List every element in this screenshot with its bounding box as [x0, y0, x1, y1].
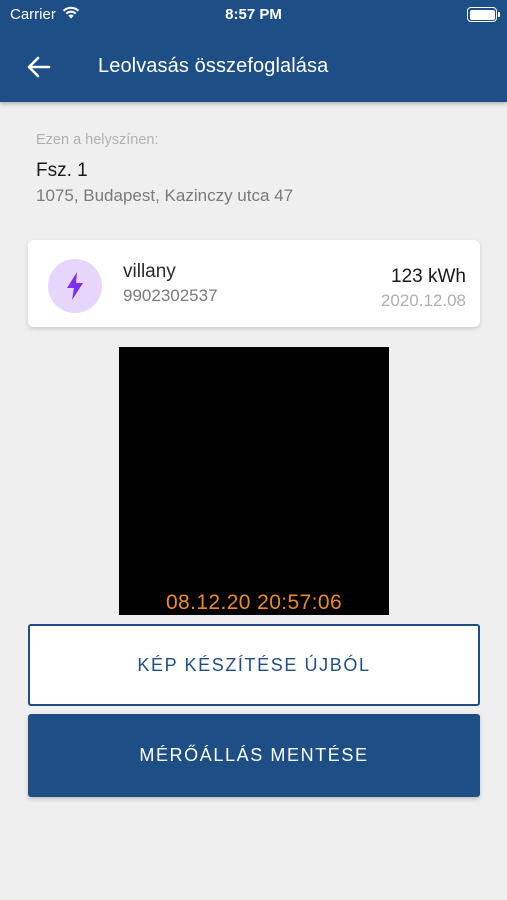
meter-reading-date: 2020.12.08	[380, 291, 466, 310]
retake-photo-button[interactable]: KÉP KÉSZÍTÉSE ÚJBÓL	[28, 624, 480, 706]
lightning-icon	[67, 272, 83, 300]
save-reading-button[interactable]: MÉRŐÁLLÁS MENTÉSE	[28, 714, 480, 797]
location-address: 1075, Budapest, Kazinczy utca 47	[36, 186, 294, 205]
meter-icon-badge	[48, 259, 102, 313]
meter-id: 9902302537	[123, 286, 218, 305]
status-time: 8:57 PM	[225, 6, 282, 23]
meter-reading-value: 123 kWh	[391, 266, 466, 287]
meter-card: villany 9902302537 123 kWh 2020.12.08	[28, 240, 480, 327]
meter-type: villany	[123, 261, 176, 282]
location-name: Fsz. 1	[36, 160, 88, 181]
status-bar: Carrier 8:57 PM	[0, 0, 507, 32]
page-title: Leolvasás összefoglalása	[98, 55, 329, 77]
location-label: Ezen a helyszínen:	[36, 132, 159, 148]
back-button[interactable]	[22, 50, 56, 84]
app-header: Carrier 8:57 PM Leolvasás összefoglalása	[0, 0, 507, 102]
photo-timestamp: 08.12.20 20:57:06	[165, 591, 343, 614]
meter-photo: 08.12.20 20:57:06	[119, 347, 389, 615]
battery-icon	[467, 7, 500, 22]
arrow-left-icon	[27, 56, 51, 78]
